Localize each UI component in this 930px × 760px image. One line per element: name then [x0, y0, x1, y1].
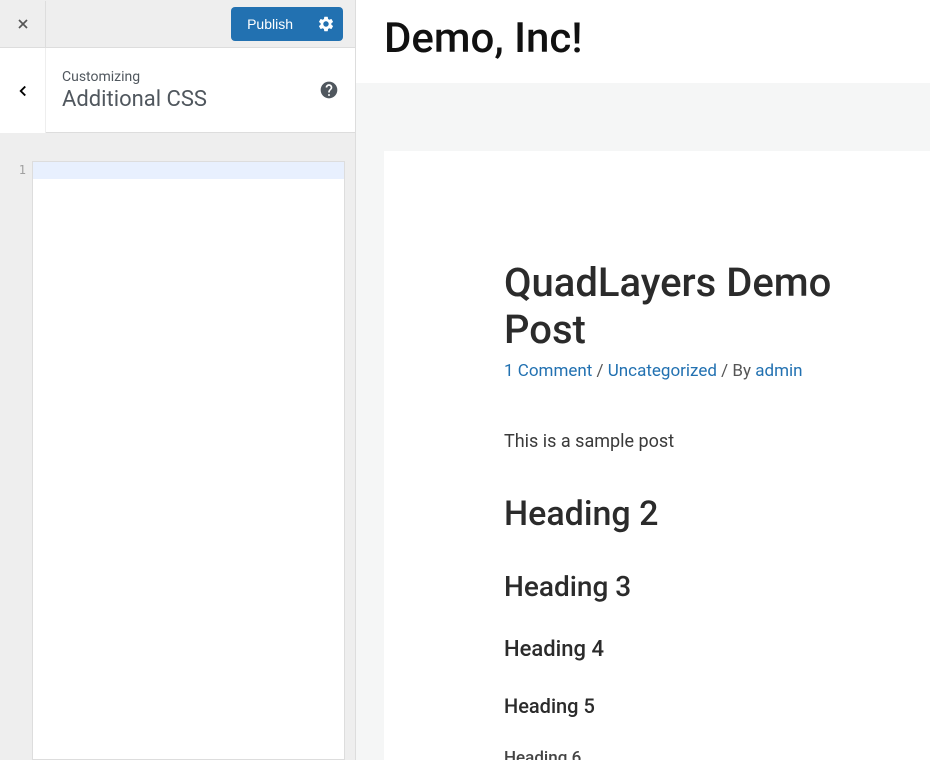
close-customizer-button[interactable]: [0, 1, 46, 47]
byline-prefix: By: [732, 361, 755, 381]
publish-button[interactable]: Publish: [231, 8, 309, 40]
section-name: Additional CSS: [62, 87, 295, 112]
close-icon: [15, 16, 31, 32]
customizer-sidebar: Publish Customizing Additional CSS 1: [0, 0, 356, 760]
category-link[interactable]: Uncategorized: [608, 361, 717, 381]
back-button[interactable]: [0, 48, 46, 133]
post-content-card: QuadLayers Demo Post 1 Comment / Uncateg…: [384, 151, 930, 760]
post-title[interactable]: QuadLayers Demo Post: [504, 259, 890, 353]
heading-2: Heading 2: [504, 494, 890, 534]
heading-4: Heading 4: [504, 637, 890, 662]
customizing-label: Customizing: [62, 69, 295, 85]
section-header: Customizing Additional CSS: [46, 48, 355, 133]
site-title-bar: Demo, Inc!: [356, 0, 930, 83]
help-button[interactable]: [311, 72, 347, 108]
post-body-text: This is a sample post: [504, 431, 890, 452]
line-number: 1: [6, 161, 32, 179]
help-icon: [319, 80, 339, 100]
heading-6: Heading 6: [504, 748, 890, 760]
publish-button-group: Publish: [231, 7, 343, 41]
publish-settings-button[interactable]: [309, 7, 343, 41]
heading-3: Heading 3: [504, 570, 890, 603]
sidebar-topbar: Publish: [0, 0, 355, 48]
heading-5: Heading 5: [504, 694, 890, 718]
editor-active-line[interactable]: [33, 162, 344, 179]
meta-separator: /: [597, 361, 604, 381]
section-titles: Customizing Additional CSS: [46, 53, 311, 128]
css-code-editor[interactable]: [32, 161, 345, 760]
chevron-left-icon: [14, 82, 32, 100]
comments-link[interactable]: 1 Comment: [504, 361, 592, 381]
post-meta: 1 Comment / Uncategorized / By admin: [504, 361, 890, 381]
author-link[interactable]: admin: [755, 361, 802, 381]
site-preview: Demo, Inc! QuadLayers Demo Post 1 Commen…: [356, 0, 930, 760]
site-title[interactable]: Demo, Inc!: [384, 14, 902, 63]
gear-icon: [317, 15, 335, 33]
css-editor-wrap: 1: [0, 133, 355, 760]
editor-gutter: 1: [6, 161, 32, 760]
meta-separator: /: [721, 361, 728, 381]
